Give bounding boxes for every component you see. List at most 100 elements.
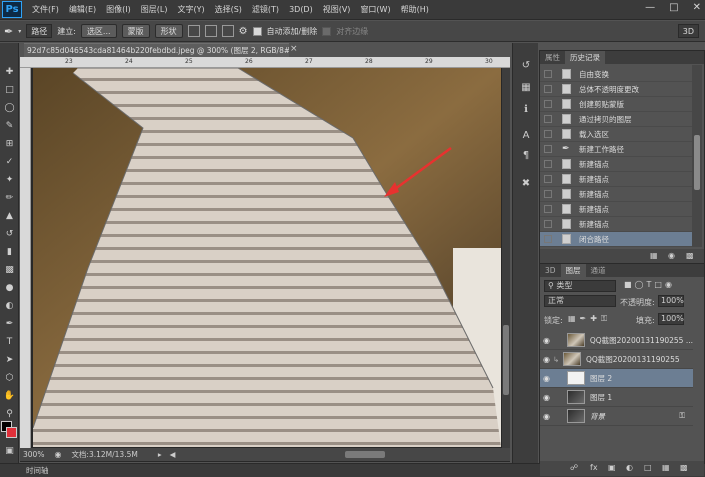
shape-tool-icon[interactable]: ⬡: [2, 371, 17, 385]
gear-icon[interactable]: ⚙: [239, 26, 248, 37]
lock-icons[interactable]: ▦✒✚⚿: [568, 314, 611, 324]
tab-3d[interactable]: 3D: [540, 264, 561, 277]
hand-tool-icon[interactable]: ✋: [2, 389, 17, 403]
quick-mask-icon[interactable]: ▣: [2, 446, 17, 458]
paragraph-panel-icon[interactable]: ¶: [519, 149, 533, 162]
tab-channels[interactable]: 通道: [586, 264, 611, 277]
add-mask-icon[interactable]: ▣: [608, 463, 616, 472]
clone-stamp-tool-icon[interactable]: ▲: [2, 209, 17, 223]
tab-properties[interactable]: 属性: [540, 51, 565, 64]
chevron-down-icon[interactable]: ▾: [18, 28, 21, 35]
gradient-tool-icon[interactable]: ▩: [2, 263, 17, 277]
new-snapshot-icon[interactable]: ◉: [668, 251, 675, 260]
lasso-tool-icon[interactable]: ◯: [2, 101, 17, 115]
auto-add-delete-checkbox[interactable]: [252, 26, 262, 36]
background-color-swatch[interactable]: [6, 427, 17, 438]
zoom-level[interactable]: 300%: [23, 450, 44, 459]
tab-history[interactable]: 历史记录: [565, 51, 605, 64]
link-layers-icon[interactable]: ☍: [570, 463, 578, 472]
new-layer-icon[interactable]: ▦: [662, 463, 670, 472]
layer-filter-select[interactable]: ⚲ 类型: [544, 280, 616, 292]
blend-mode-select[interactable]: 正常: [544, 295, 616, 307]
image-canvas[interactable]: [33, 68, 501, 447]
menu-image[interactable]: 图像(I): [106, 4, 131, 15]
layer-row[interactable]: ◉ 背景 ⚿: [540, 407, 693, 426]
path-alignment-icon[interactable]: [204, 25, 217, 37]
menu-window[interactable]: 窗口(W): [360, 4, 390, 15]
eyedropper-tool-icon[interactable]: ✓: [2, 155, 17, 169]
eye-icon[interactable]: ◉: [543, 393, 553, 402]
layer-row[interactable]: ◉ 图层 1: [540, 388, 693, 407]
tool-presets-panel-icon[interactable]: ✖: [519, 177, 533, 190]
minimize-icon[interactable]: —: [645, 2, 655, 13]
trash-icon[interactable]: ▩: [680, 463, 688, 472]
menu-file[interactable]: 文件(F): [32, 4, 59, 15]
path-arrangement-icon[interactable]: [221, 25, 234, 37]
layer-style-icon[interactable]: fx: [590, 463, 598, 472]
adjustments-panel-icon[interactable]: ▦: [519, 81, 533, 94]
eraser-tool-icon[interactable]: ▮: [2, 245, 17, 259]
pen-tool-preset-icon[interactable]: ✒: [4, 25, 13, 38]
trash-icon[interactable]: ▩: [686, 251, 694, 260]
crop-tool-icon[interactable]: ⊞: [2, 137, 17, 151]
workspace-3d-button[interactable]: 3D: [677, 24, 699, 38]
history-item[interactable]: 新建锚点: [540, 202, 693, 217]
brush-tool-icon[interactable]: ✏: [2, 191, 17, 205]
info-panel-icon[interactable]: ℹ: [519, 103, 533, 116]
zoom-tool-icon[interactable]: ⚲: [2, 407, 17, 421]
adjustment-layer-icon[interactable]: ◐: [626, 463, 633, 472]
fill-field[interactable]: 100%: [658, 313, 684, 325]
dodge-tool-icon[interactable]: ◐: [2, 299, 17, 313]
marquee-tool-icon[interactable]: □: [2, 83, 17, 97]
horizontal-scroll-thumb[interactable]: [345, 451, 385, 458]
align-edges-checkbox[interactable]: [322, 26, 332, 36]
layer-row[interactable]: ◉ QQ截图20200131190255 ...: [540, 331, 693, 350]
timeline-tab[interactable]: 时间轴: [26, 466, 49, 475]
history-item[interactable]: 新建锚点: [540, 217, 693, 232]
path-selection-tool-icon[interactable]: ➤: [2, 353, 17, 367]
selection-button[interactable]: 选区...: [80, 24, 117, 38]
document-tab[interactable]: 92d7c85d046543cda81464b220febdbd.jpeg @ …: [24, 43, 289, 57]
history-item[interactable]: 新建锚点: [540, 172, 693, 187]
menu-help[interactable]: 帮助(H): [401, 4, 429, 15]
eye-icon[interactable]: ◉: [543, 412, 553, 421]
scroll-left-icon[interactable]: ◀: [170, 450, 176, 459]
history-item[interactable]: 创建剪贴蒙版: [540, 97, 693, 112]
new-group-icon[interactable]: □: [644, 463, 652, 472]
menu-view[interactable]: 视图(V): [323, 4, 351, 15]
restore-icon[interactable]: □: [669, 2, 678, 13]
character-panel-icon[interactable]: A: [519, 129, 533, 142]
eye-icon[interactable]: ◉: [543, 336, 553, 345]
history-item[interactable]: 自由变换: [540, 67, 693, 82]
status-menu-arrow-icon[interactable]: ▸: [158, 450, 162, 459]
vertical-scroll-thumb[interactable]: [503, 325, 509, 395]
history-item[interactable]: 总体不透明度更改: [540, 82, 693, 97]
layer-filter-icons[interactable]: ■◯T□◉: [624, 280, 675, 289]
tab-layers[interactable]: 图层: [560, 264, 586, 277]
close-icon[interactable]: ✕: [693, 2, 701, 13]
history-brush-tool-icon[interactable]: ↺: [2, 227, 17, 241]
history-item[interactable]: 新建锚点: [540, 187, 693, 202]
shape-button[interactable]: 形状: [154, 24, 183, 38]
history-scroll-thumb[interactable]: [694, 135, 700, 190]
mode-select[interactable]: 路径: [26, 24, 53, 38]
close-tab-icon[interactable]: ×: [290, 44, 298, 54]
layer-row[interactable]: ◉ ↳ QQ截图20200131190255: [540, 350, 693, 369]
menu-type[interactable]: 文字(Y): [177, 4, 204, 15]
history-item[interactable]: ✒ 新建工作路径: [540, 142, 693, 157]
type-tool-icon[interactable]: T: [2, 335, 17, 349]
history-item-selected[interactable]: 闭合路径: [540, 232, 693, 247]
history-item[interactable]: 载入选区: [540, 127, 693, 142]
blur-tool-icon[interactable]: ●: [2, 281, 17, 295]
layer-row-selected[interactable]: ◉ 图层 2: [540, 369, 693, 388]
eye-icon[interactable]: ◉: [543, 374, 553, 383]
history-item[interactable]: 通过拷贝的图层: [540, 112, 693, 127]
history-item[interactable]: 新建锚点: [540, 157, 693, 172]
menu-layer[interactable]: 图层(L): [141, 4, 168, 15]
path-operations-icon[interactable]: [187, 25, 200, 37]
info-icon[interactable]: ◉: [54, 450, 61, 459]
menu-edit[interactable]: 编辑(E): [69, 4, 96, 15]
menu-select[interactable]: 选择(S): [215, 4, 242, 15]
mask-button[interactable]: 蒙版: [121, 24, 150, 38]
eye-icon[interactable]: ◉: [543, 355, 553, 364]
